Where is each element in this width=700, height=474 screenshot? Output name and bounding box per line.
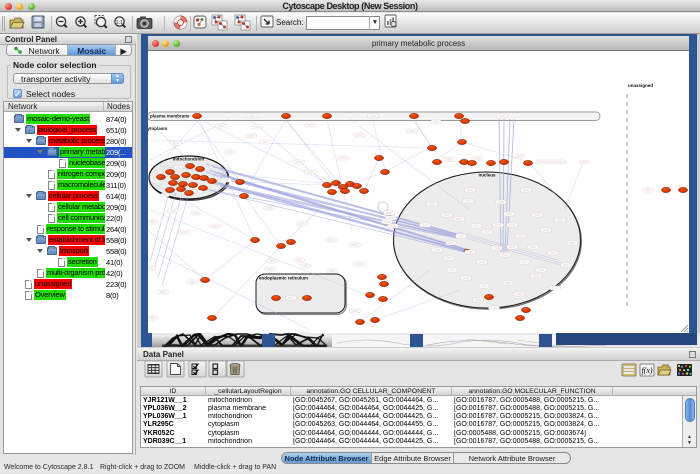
svg-text:f(x): f(x) (641, 366, 652, 375)
svg-text:mitochondrion: mitochondrion (173, 157, 205, 162)
svg-text:plasma membrane: plasma membrane (150, 114, 190, 119)
svg-text:endoplasmic reticulum: endoplasmic reticulum (259, 276, 308, 281)
svg-text:unassigned: unassigned (628, 83, 653, 88)
svg-text:nucleus: nucleus (478, 173, 496, 178)
svg-text:cytoplasm: cytoplasm (148, 126, 167, 131)
svg-text:1:1: 1:1 (116, 20, 123, 26)
